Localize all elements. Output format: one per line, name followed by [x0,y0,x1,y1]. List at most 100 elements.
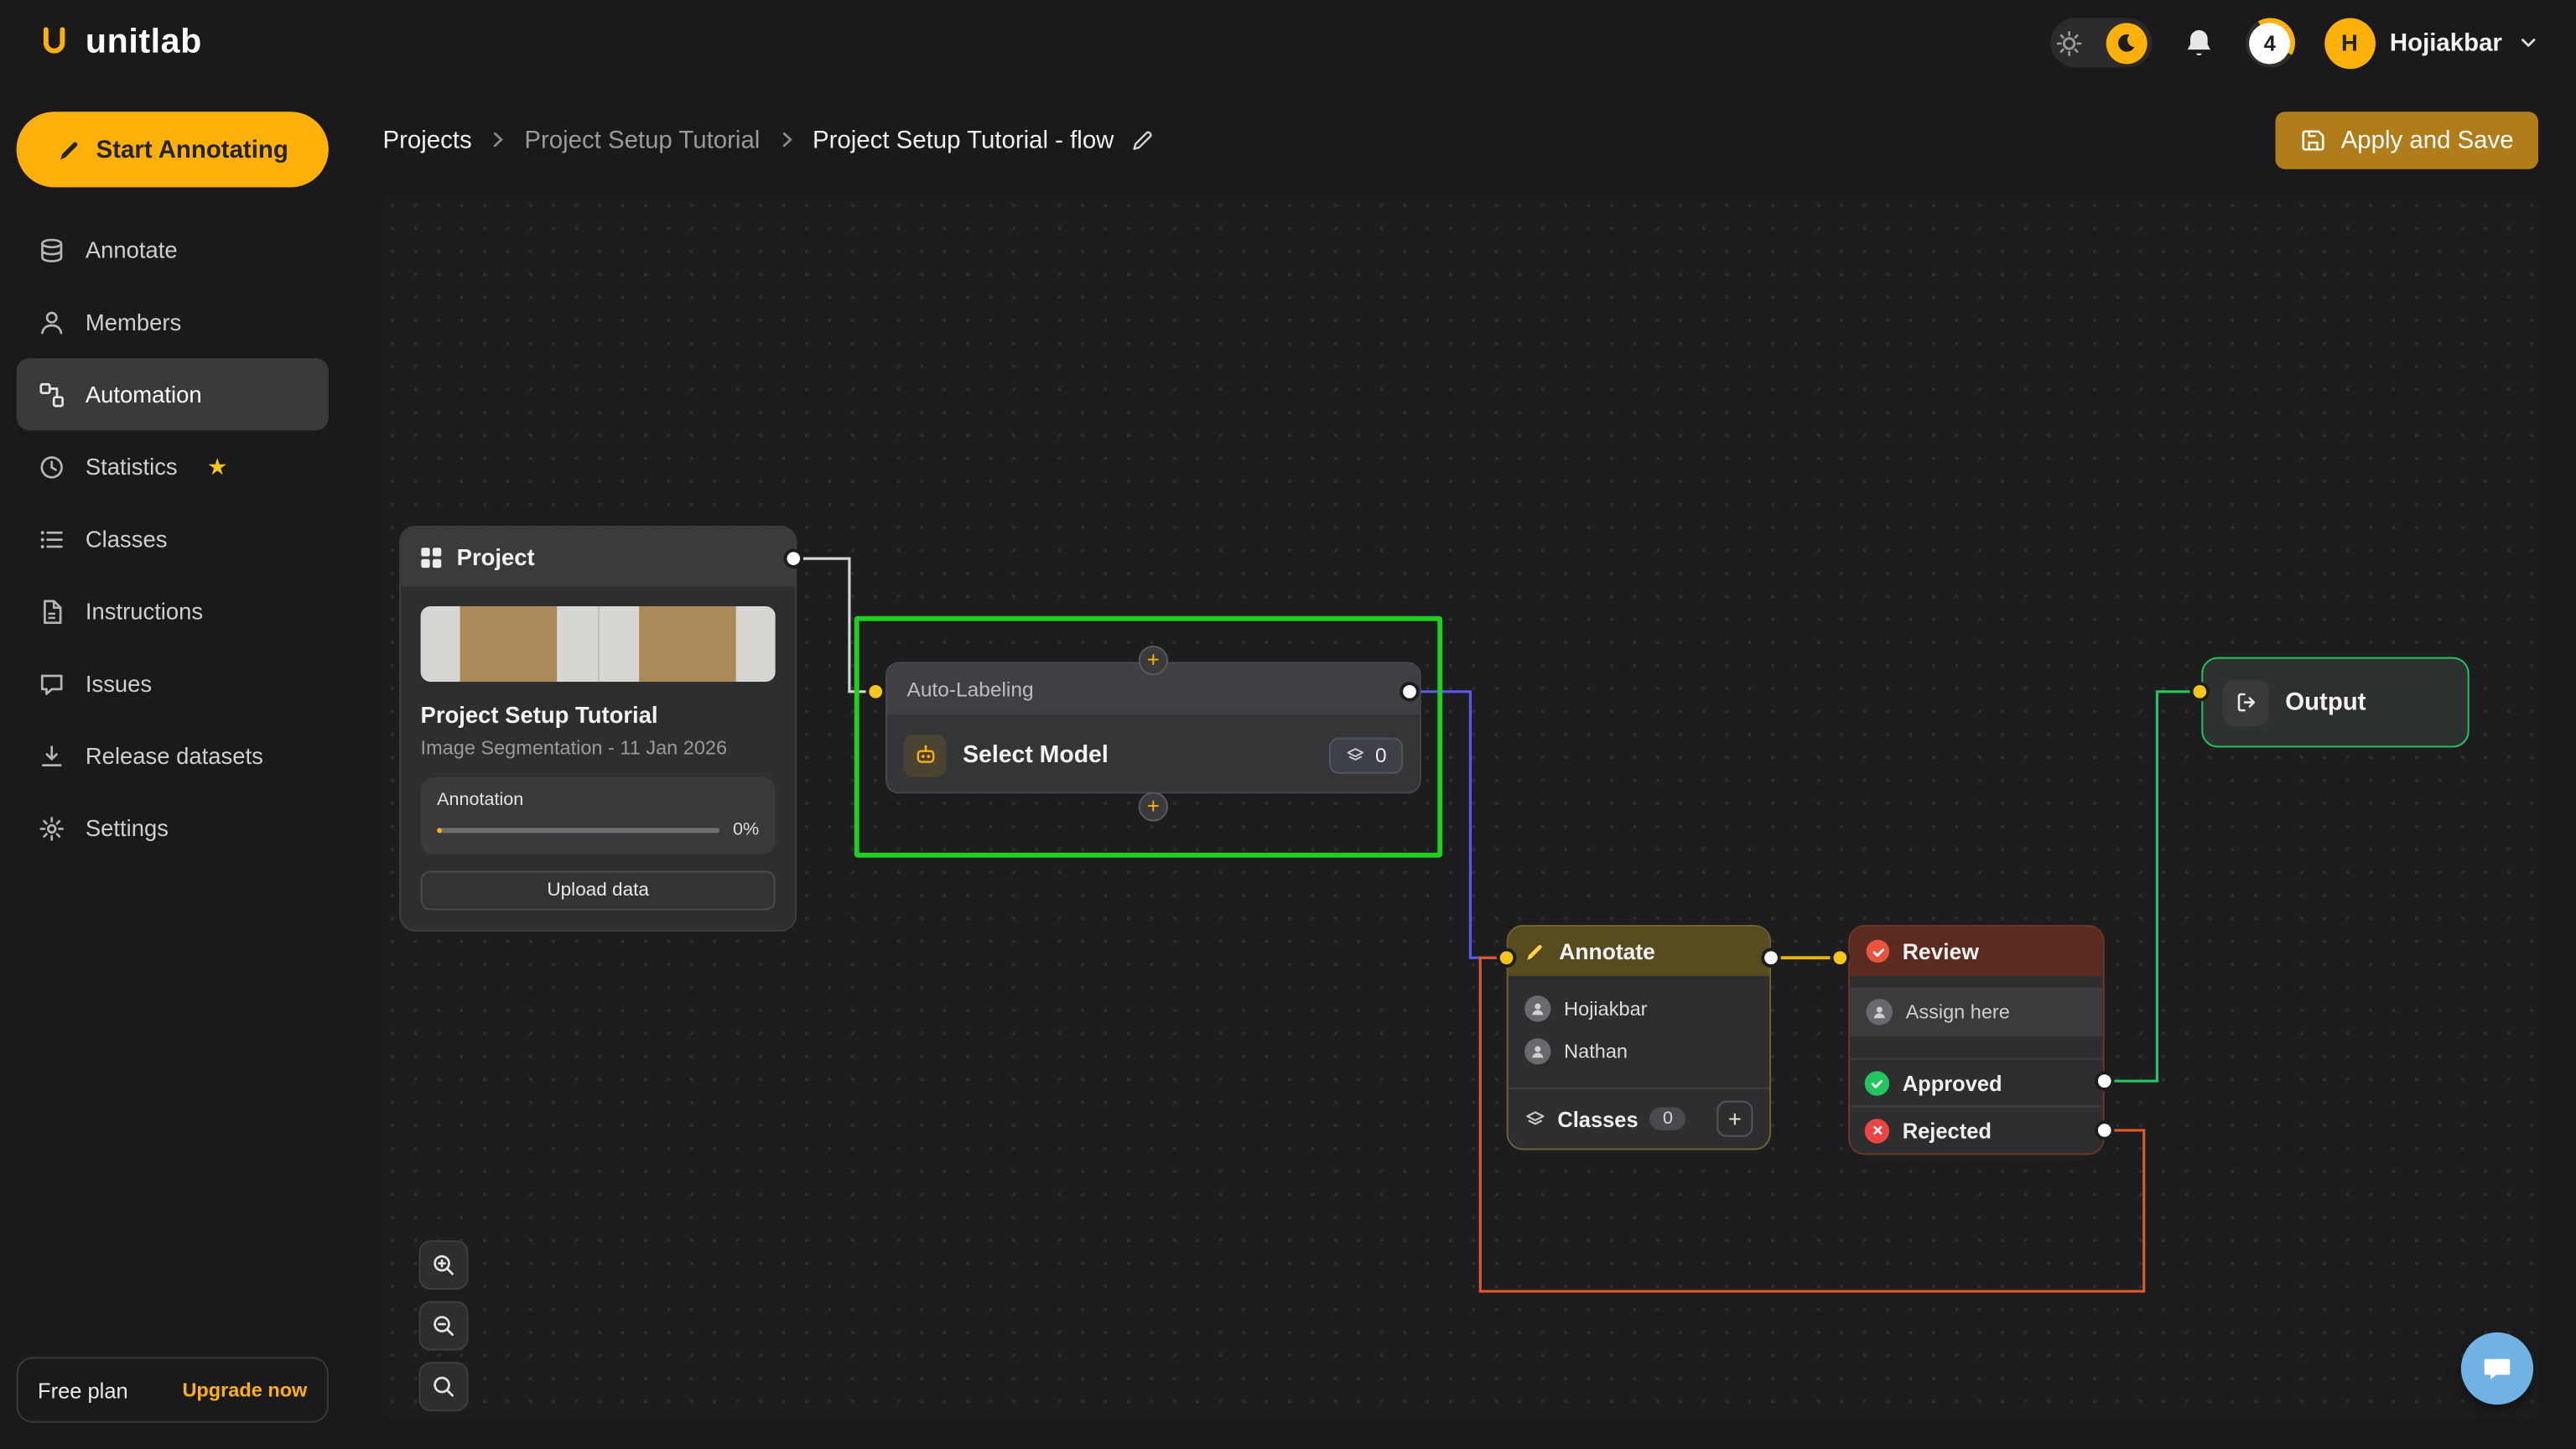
layers-icon [1346,745,1366,765]
port-autolabeling-output[interactable] [1400,682,1420,702]
annotate-member-row[interactable]: Hojiakbar [1524,987,1753,1030]
assignee-avatar-icon [1867,999,1893,1025]
review-node-header[interactable]: Review [1850,927,2103,976]
pencil-icon [57,138,81,162]
breadcrumb-project[interactable]: Project Setup Tutorial [524,126,760,153]
apply-and-save-button[interactable]: Apply and Save [2275,111,2538,169]
grid-icon [419,544,444,569]
annotate-node-header[interactable]: Annotate [1509,927,1770,976]
sidebar-item-automation[interactable]: Automation [17,358,329,430]
zoom-out-button[interactable] [419,1301,469,1351]
progress-label: Annotation [437,790,759,810]
zoom-in-icon [430,1252,456,1278]
rejected-label: Rejected [1903,1118,1992,1142]
user-name: Hojiakbar [2390,29,2502,56]
sidebar-item-members[interactable]: Members [17,286,329,358]
sidebar-item-statistics[interactable]: Statistics ★ [17,430,329,502]
progress-percent: 0% [733,820,759,840]
add-step-above-button[interactable]: + [1139,646,1168,675]
breadcrumb-projects[interactable]: Projects [382,126,471,153]
layers-icon [1524,1108,1545,1129]
workflow-icon [38,381,65,408]
review-assign-row[interactable]: Assign here [1850,987,2103,1036]
start-annotating-button[interactable]: Start Annotating [17,112,329,187]
approved-row[interactable]: Approved [1850,1058,2103,1106]
logo-text: unitlab [86,23,202,62]
autolabeling-node[interactable]: Auto-Labeling Select Model 0 [886,662,1421,794]
search-icon [430,1374,456,1400]
user-menu[interactable]: H Hojiakbar [2324,18,2540,69]
person-icon [38,308,65,335]
annotation-progress-card: Annotation 0% [421,777,776,854]
review-node[interactable]: Review Assign here Approved Rejected [1848,925,2105,1155]
project-node-header[interactable]: Project [401,527,795,587]
autolabeling-selection-box[interactable]: + Auto-Labeling Select Model 0 + [854,616,1442,858]
credits-count: 4 [2249,22,2290,63]
project-thumbnails [421,606,776,682]
annotate-node[interactable]: Annotate Hojiakbar Nathan Classes 0 [1507,925,1771,1150]
port-annotate-output[interactable] [1761,948,1781,968]
upgrade-now-link[interactable]: Upgrade now [182,1379,307,1401]
sidebar-item-classes[interactable]: Classes [17,503,329,575]
edit-pencil-icon[interactable] [1130,127,1155,152]
main-area: Projects Project Setup Tutorial Project … [345,86,2576,1449]
port-autolabeling-input[interactable] [865,682,886,702]
add-class-button[interactable]: + [1716,1101,1753,1137]
port-annotate-input[interactable] [1497,948,1517,968]
chevron-down-icon [2516,31,2539,54]
port-review-input[interactable] [1831,948,1851,968]
project-node[interactable]: Project Project Setup Tutorial Image Seg… [399,526,797,932]
port-rejected-output[interactable] [2095,1120,2115,1140]
plan-box: Free plan Upgrade now [17,1357,329,1422]
upload-data-button[interactable]: Upload data [421,870,776,910]
port-project-output[interactable] [784,548,804,569]
chat-bubble-icon [38,669,65,697]
pencil-icon [1524,941,1545,962]
annotate-member-row[interactable]: Nathan [1524,1030,1753,1072]
credits-counter[interactable]: 4 [2246,18,2295,68]
zoom-in-button[interactable] [419,1240,469,1290]
sidebar-item-settings[interactable]: Settings [17,792,329,864]
bell-icon[interactable] [2181,25,2215,60]
database-icon [38,236,65,263]
output-label: Output [2285,688,2366,716]
output-node[interactable]: Output [2201,657,2469,748]
rejected-row[interactable]: Rejected [1850,1106,2103,1154]
star-icon: ★ [207,453,228,480]
annotate-classes-row: Classes 0 + [1509,1088,1770,1148]
project-thumbnail-2 [597,606,776,682]
sun-icon [2054,29,2082,56]
flow-canvas[interactable]: Project Project Setup Tutorial Image Seg… [382,194,2540,1420]
sidebar-item-annotate[interactable]: Annotate [17,214,329,286]
sidebar-item-instructions[interactable]: Instructions [17,575,329,647]
support-chat-button[interactable] [2461,1332,2533,1405]
model-count-badge[interactable]: 0 [1329,737,1403,773]
port-approved-output[interactable] [2095,1071,2115,1091]
plan-label: Free plan [38,1378,128,1402]
port-output-input[interactable] [2190,682,2210,702]
chevron-right-icon [488,130,508,150]
add-step-below-button[interactable]: + [1139,792,1168,821]
unitlab-logo[interactable]: unitlab [36,23,202,62]
sidebar-item-issues[interactable]: Issues [17,647,329,719]
list-icon [38,525,65,553]
output-icon [2223,679,2269,725]
classes-label: Classes [1557,1107,1638,1131]
project-thumbnail-1 [421,606,598,682]
rejected-x-icon [1865,1118,1889,1142]
theme-toggle[interactable] [2049,18,2151,68]
document-icon [38,597,65,625]
project-subtitle: Image Segmentation - 11 Jan 2026 [421,736,776,759]
edge-approved-to-output[interactable] [2105,692,2200,1081]
chevron-right-icon [776,130,797,150]
sidebar-item-release-datasets[interactable]: Release datasets [17,719,329,792]
member-name: Nathan [1564,1040,1628,1062]
apply-and-save-label: Apply and Save [2341,126,2514,153]
start-annotating-label: Start Annotating [96,136,288,164]
gear-icon [38,814,65,842]
fit-view-button[interactable] [419,1362,469,1411]
canvas-zoom-controls [419,1240,469,1411]
app-window: unitlab 4 H Hojiakbar Start Annotatin [0,0,2576,1449]
zoom-out-icon [430,1312,456,1338]
select-model-label: Select Model [963,742,1109,768]
